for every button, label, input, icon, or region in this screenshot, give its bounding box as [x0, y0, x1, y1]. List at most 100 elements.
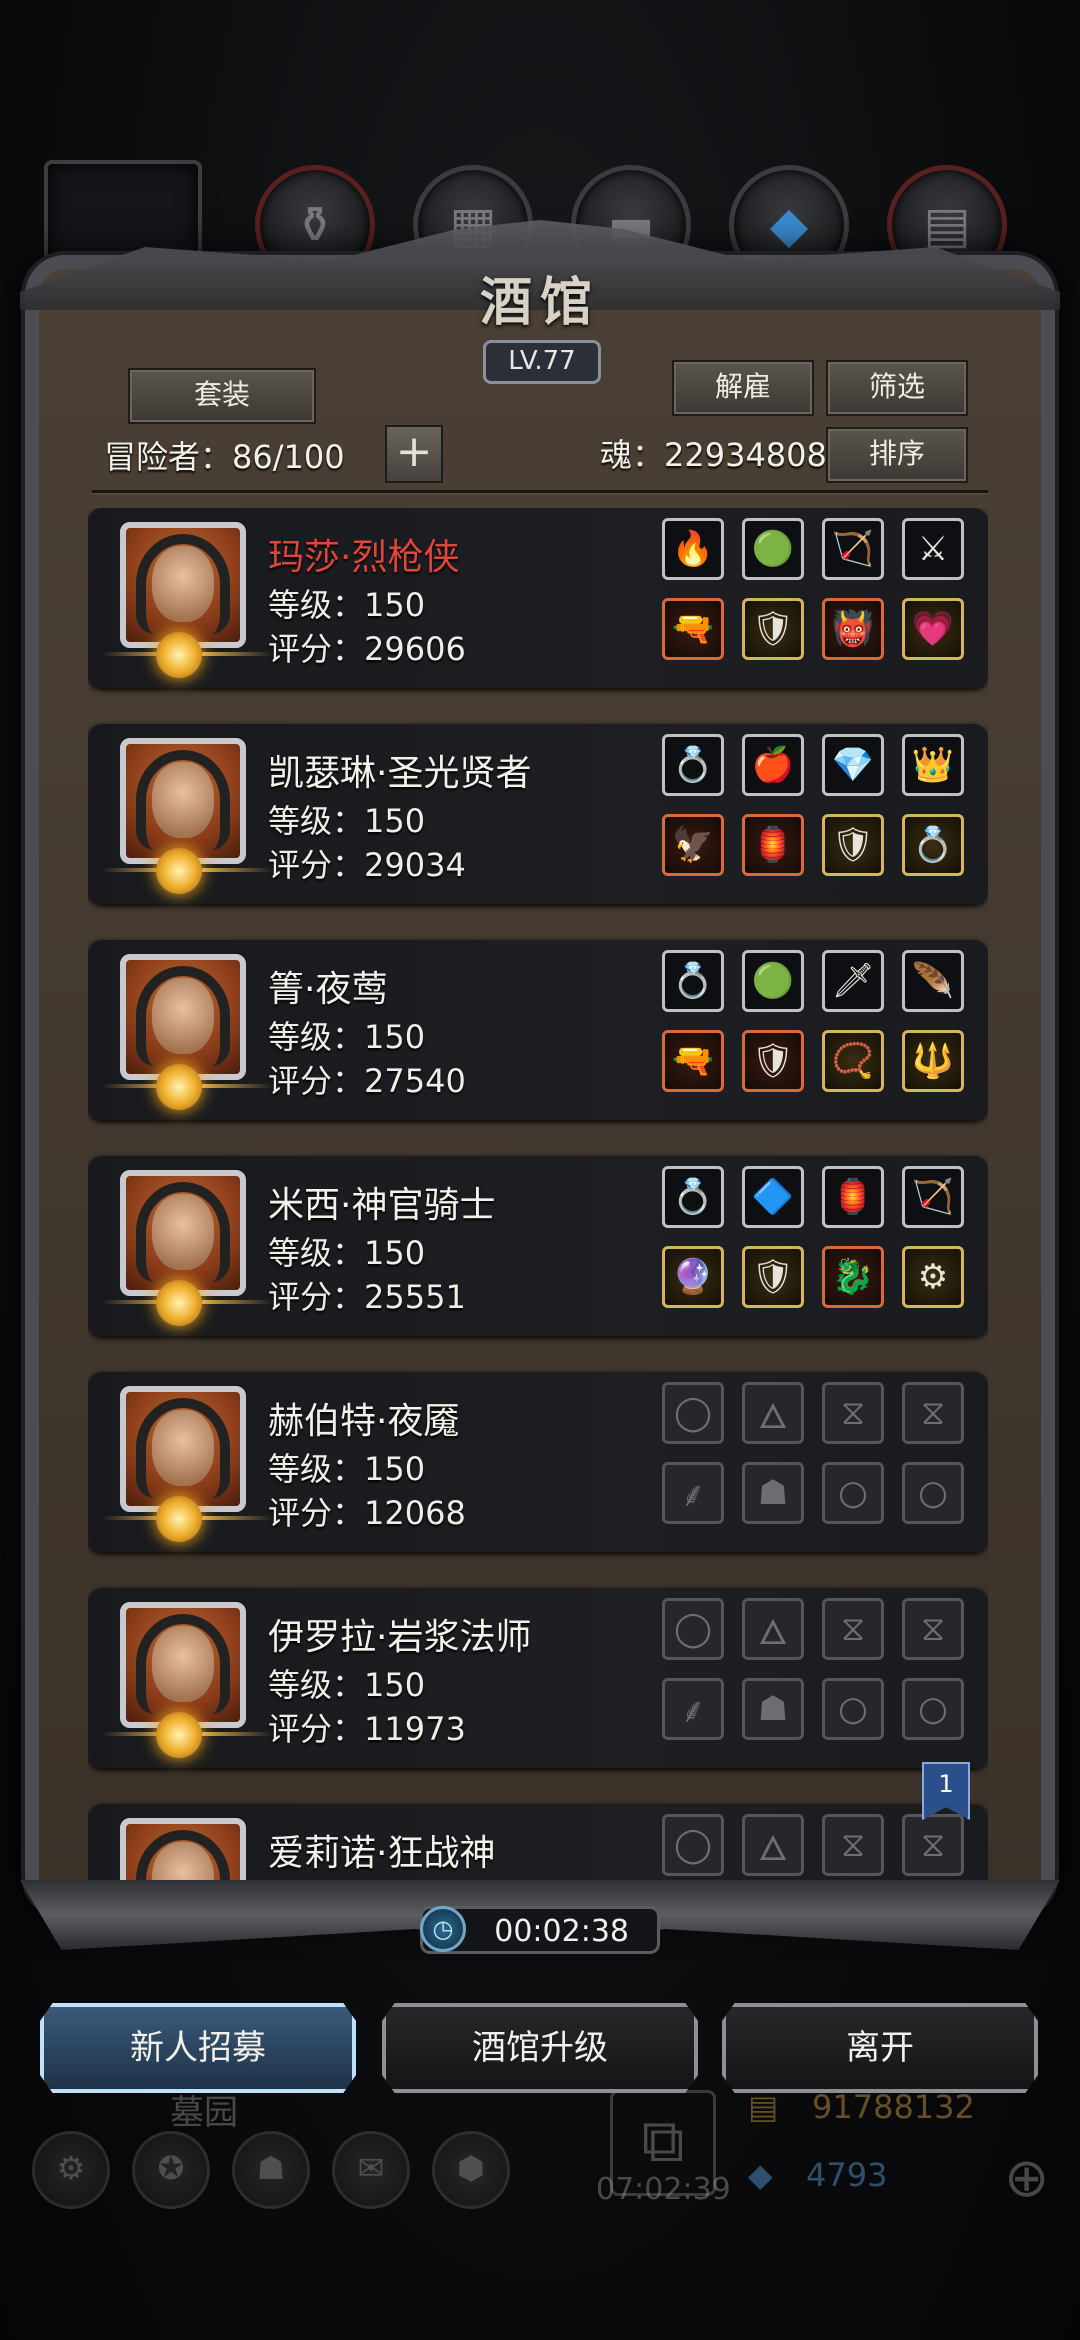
equipment-slot[interactable]: ⚔	[902, 518, 964, 580]
equipment-slot[interactable]: 🛡	[822, 814, 884, 876]
equipment-slot[interactable]: 💍	[902, 814, 964, 876]
equipment-slot[interactable]: ⧖	[822, 1382, 884, 1444]
equipment-slot[interactable]: 🐉	[822, 1246, 884, 1308]
settings-icon[interactable]: ⚙	[32, 2131, 110, 2209]
equipment-slot[interactable]: ⧖	[822, 1598, 884, 1660]
hero-row[interactable]: 凯瑟琳·圣光贤者 等级：150 评分：29034 💍 🍎 💎 👑 🦅 🏮 🛡 💍	[88, 724, 988, 904]
hero-name: 赫伯特·夜魇	[268, 1401, 460, 1442]
equipment-slot[interactable]: 🜂	[742, 1598, 804, 1660]
add-currency-icon[interactable]: ⊕	[1004, 2146, 1049, 2209]
star-badge-icon	[156, 1712, 202, 1758]
equipment-slot[interactable]: ◯	[662, 1382, 724, 1444]
equipment-slot[interactable]: ⧖	[902, 1598, 964, 1660]
equipment-slot[interactable]: ⚙	[902, 1246, 964, 1308]
star-badge-icon	[156, 632, 202, 678]
hero-name: 凯瑟琳·圣光贤者	[268, 753, 532, 794]
equipment-slot[interactable]: ⸙	[662, 1678, 724, 1740]
set-button[interactable]: 套装	[128, 368, 316, 424]
equipment-slot[interactable]: 🟢	[742, 518, 804, 580]
hero-row[interactable]: 伊罗拉·岩浆法师 等级：150 评分：11973 ◯ 🜂 ⧖ ⧖ ⸙ ☗ ○ ○	[88, 1588, 988, 1768]
hero-avatar	[120, 1818, 246, 1880]
soul-count: 魂：22934808	[600, 436, 827, 474]
hero-hair	[136, 1614, 230, 1714]
upgrade-tavern-button[interactable]: 酒馆升级	[382, 2003, 698, 2093]
hero-avatar	[120, 1602, 246, 1728]
hero-row[interactable]: 爱莉诺·狂战神 ◯ 🜂 ⧖ ⧖	[88, 1804, 988, 1880]
equipment-slot[interactable]: 🛡	[742, 1246, 804, 1308]
hero-name: 箐·夜莺	[268, 969, 388, 1010]
equipment-slot[interactable]: 🜂	[742, 1382, 804, 1444]
equipment-slot[interactable]: 💍	[662, 1166, 724, 1228]
cube-icon[interactable]: ⬢	[432, 2131, 510, 2209]
star-badge-icon	[156, 1496, 202, 1542]
hero-score: 评分：11973	[268, 1710, 466, 1748]
equipment-slot[interactable]: 🪶	[902, 950, 964, 1012]
hero-row[interactable]: 米西·神官骑士 等级：150 评分：25551 💍 🔷 🏮 🏹 🔮 🛡 🐉 ⚙	[88, 1156, 988, 1336]
hero-portrait[interactable]	[116, 1818, 256, 1880]
hero-portrait[interactable]	[102, 1386, 272, 1542]
equipment-slot[interactable]: 🗡	[822, 950, 884, 1012]
hero-row[interactable]: 箐·夜莺 等级：150 评分：27540 💍 🟢 🗡 🪶 🔫 🛡 📿 🔱	[88, 940, 988, 1120]
hero-list[interactable]: 玛莎·烈枪侠 等级：150 评分：29606 🔥 🟢 🏹 ⚔ 🔫 🛡 👹 💗 凯瑟琳·圣光贤者 等级：1…	[88, 508, 988, 1880]
equipment-slot[interactable]: ⸙	[662, 1462, 724, 1524]
equipment-grid: 💍 🍎 💎 👑 🦅 🏮 🛡 💍	[662, 734, 972, 896]
hero-portrait[interactable]	[102, 954, 272, 1110]
equipment-slot[interactable]: 🛡	[742, 598, 804, 660]
hero-portrait[interactable]	[102, 738, 272, 894]
equipment-slot[interactable]: ○	[822, 1462, 884, 1524]
star-icon[interactable]: ✪	[132, 2131, 210, 2209]
equipment-slot[interactable]: 🔮	[662, 1246, 724, 1308]
equipment-slot[interactable]: ⧖	[822, 1814, 884, 1876]
sort-button[interactable]: 排序	[826, 427, 968, 483]
equipment-slot[interactable]: ☗	[742, 1462, 804, 1524]
equipment-slot[interactable]: ◯	[662, 1598, 724, 1660]
equipment-slot[interactable]: 🔷	[742, 1166, 804, 1228]
hero-portrait[interactable]	[102, 1170, 272, 1326]
equipment-slot[interactable]: 💍	[662, 734, 724, 796]
hero-hair	[136, 1182, 230, 1282]
recruit-button[interactable]: 新人招募	[40, 2003, 356, 2093]
hero-score: 评分：12068	[268, 1494, 466, 1532]
equipment-slot[interactable]: 📿	[822, 1030, 884, 1092]
equipment-slot[interactable]: 🏮	[822, 1166, 884, 1228]
equipment-slot[interactable]: ⧖	[902, 1382, 964, 1444]
equipment-slot[interactable]: 💎	[822, 734, 884, 796]
equipment-slot[interactable]: 🏹	[822, 518, 884, 580]
gold-icon: ▤	[748, 2088, 779, 2126]
filter-button[interactable]: 筛选	[826, 360, 968, 416]
equipment-slot[interactable]: 💗	[902, 598, 964, 660]
add-adventurer-button[interactable]: +	[385, 425, 443, 483]
equipment-slot[interactable]: 👑	[902, 734, 964, 796]
equipment-slot[interactable]: ☗	[742, 1678, 804, 1740]
equipment-slot[interactable]: 🟢	[742, 950, 804, 1012]
hero-avatar	[120, 1386, 246, 1512]
equipment-slot[interactable]: 🍎	[742, 734, 804, 796]
equipment-slot[interactable]: ○	[902, 1462, 964, 1524]
equipment-slot[interactable]: 👹	[822, 598, 884, 660]
equipment-slot[interactable]: ◯	[662, 1814, 724, 1876]
equipment-slot[interactable]: 🛡	[742, 1030, 804, 1092]
header-divider	[92, 490, 988, 493]
equipment-slot[interactable]: 🔥	[662, 518, 724, 580]
dismiss-button[interactable]: 解雇	[672, 360, 814, 416]
equipment-slot[interactable]: 🔱	[902, 1030, 964, 1092]
equipment-slot[interactable]: ⧖	[902, 1814, 964, 1876]
hero-level: 等级：150	[268, 586, 426, 624]
crystal-icon: ◆	[769, 196, 809, 254]
hero-row[interactable]: 玛莎·烈枪侠 等级：150 评分：29606 🔥 🟢 🏹 ⚔ 🔫 🛡 👹 💗	[88, 508, 988, 688]
equipment-slot[interactable]: 🔫	[662, 598, 724, 660]
equipment-slot[interactable]: 🜂	[742, 1814, 804, 1876]
equipment-slot[interactable]: 🔫	[662, 1030, 724, 1092]
leave-button[interactable]: 离开	[722, 2003, 1038, 2093]
equipment-slot[interactable]: 🦅	[662, 814, 724, 876]
helmet-icon[interactable]: ☗	[232, 2131, 310, 2209]
equipment-slot[interactable]: 🏹	[902, 1166, 964, 1228]
equipment-slot[interactable]: ○	[822, 1678, 884, 1740]
mail-icon[interactable]: ✉	[332, 2131, 410, 2209]
hero-portrait[interactable]	[102, 1602, 272, 1758]
equipment-slot[interactable]: 🏮	[742, 814, 804, 876]
equipment-slot[interactable]: ○	[902, 1678, 964, 1740]
hero-row[interactable]: 赫伯特·夜魇 等级：150 评分：12068 ◯ 🜂 ⧖ ⧖ ⸙ ☗ ○ ○	[88, 1372, 988, 1552]
hero-portrait[interactable]	[102, 522, 272, 678]
equipment-slot[interactable]: 💍	[662, 950, 724, 1012]
